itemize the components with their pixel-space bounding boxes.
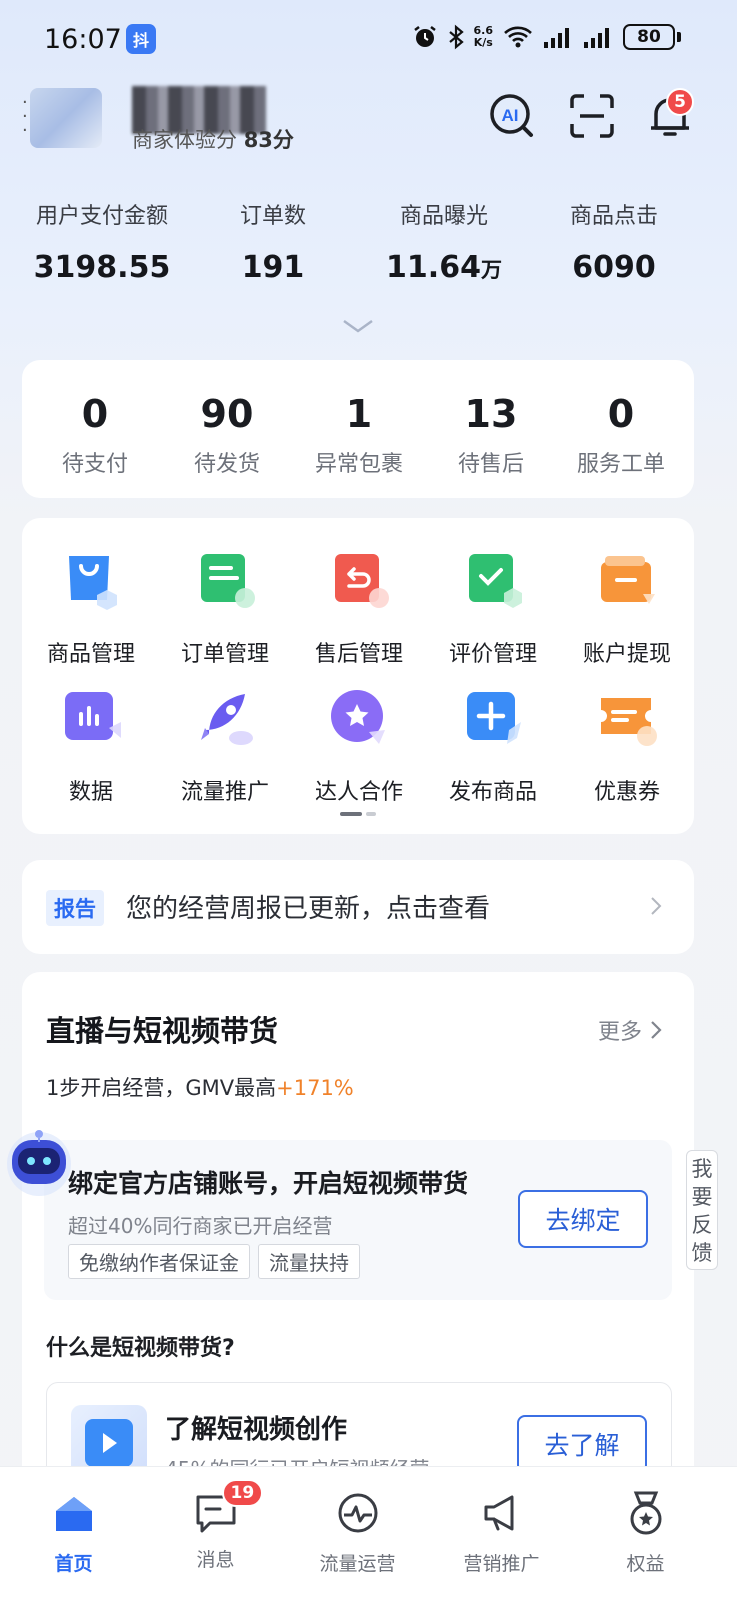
metric-label: 用户支付金额: [35, 204, 168, 229]
status-pending-payment[interactable]: 0 待支付: [28, 392, 162, 478]
review-icon: [469, 554, 522, 608]
status-time: 16:07: [44, 24, 122, 55]
status-icons: 6.6 K/s 80: [412, 24, 681, 50]
func-product-management[interactable]: 商品管理: [24, 550, 158, 668]
nav-benefits[interactable]: 权益: [572, 1489, 719, 1576]
bluetooth-icon: [448, 24, 464, 50]
more-link[interactable]: 更多: [598, 1014, 662, 1046]
order-status-card: 0 待支付 90 待发货 1 异常包裹 13 待售后 0 服务工单: [22, 360, 694, 498]
ai-search-icon[interactable]: AI: [488, 92, 536, 140]
bind-tag: 流量扶持: [258, 1244, 360, 1279]
bind-tags: 免缴纳作者保证金 流量扶持: [68, 1244, 360, 1279]
report-banner[interactable]: 报告 您的经营周报已更新，点击查看: [22, 860, 694, 954]
section-title: 直播与短视频带货: [46, 1014, 279, 1048]
scan-icon[interactable]: [568, 92, 616, 140]
status-bar: 16:07 抖 6.6 K/s 80: [0, 0, 737, 80]
bind-description: 超过40%同行商家已开启经营: [68, 1214, 333, 1238]
expand-chevron-icon[interactable]: [340, 318, 376, 334]
return-icon: [335, 554, 389, 608]
status-after-sale[interactable]: 13 待售后: [424, 392, 558, 478]
chart-icon: [65, 692, 121, 740]
chevron-right-icon: [651, 1021, 662, 1039]
func-order-management[interactable]: 订单管理: [158, 550, 292, 668]
learn-title: 了解短视频创作: [165, 1415, 348, 1445]
status-to-ship[interactable]: 90 待发货: [160, 392, 294, 478]
feedback-button[interactable]: 我要反馈: [686, 1150, 718, 1270]
avatar[interactable]: [30, 88, 102, 148]
bind-title: 绑定官方店铺账号，开启短视频带货: [68, 1169, 469, 1198]
nav-marketing-promotion[interactable]: 营销推广: [428, 1489, 575, 1576]
status-abnormal-package[interactable]: 1 异常包裹: [292, 392, 426, 478]
metric-value: 11.64万: [386, 250, 502, 285]
net-speed: 6.6 K/s: [473, 24, 494, 49]
func-coupon[interactable]: 优惠券: [560, 688, 694, 806]
message-badge: 19: [221, 1479, 264, 1507]
chevron-right-icon: [651, 897, 662, 915]
nav-home[interactable]: 首页: [0, 1489, 147, 1576]
func-account-withdrawal[interactable]: 账户提现: [560, 550, 694, 668]
rocket-icon: [201, 694, 253, 745]
func-review-management[interactable]: 评价管理: [426, 550, 560, 668]
alarm-icon: [413, 26, 436, 47]
plus-icon: [467, 692, 521, 744]
battery-tip: [677, 32, 681, 42]
bottom-navigation: 首页 19 消息 流量运营 营销推广 权益: [0, 1466, 737, 1615]
pager-dot-active: [340, 812, 362, 816]
bind-account-card: 绑定官方店铺账号，开启短视频带货 超过40%同行商家已开启经营 免缴纳作者保证金…: [44, 1140, 672, 1300]
order-icon: [201, 554, 255, 608]
metric-value: 191: [241, 250, 305, 285]
func-traffic-promotion[interactable]: 流量推广: [158, 688, 292, 806]
report-tag: 报告: [46, 890, 104, 926]
notification-button[interactable]: 5: [646, 88, 694, 140]
wifi-icon: [504, 26, 532, 48]
experience-score[interactable]: 商家体验分 83分: [132, 124, 294, 154]
metric-label: 商品曝光: [399, 204, 488, 229]
nav-traffic-operations[interactable]: 流量运营: [284, 1489, 431, 1576]
what-is-title: 什么是短视频带货?: [46, 1336, 235, 1361]
star-icon: [331, 690, 385, 744]
metric-clicks[interactable]: 商品点击 6090: [524, 198, 704, 285]
metric-value: 3198.55: [33, 250, 171, 285]
func-influencer-cooperation[interactable]: 达人合作: [292, 688, 426, 806]
learn-button[interactable]: 去了解: [517, 1415, 647, 1473]
metric-value: 6090: [572, 250, 656, 285]
signal-icon-2: [584, 28, 609, 48]
func-after-sale-management[interactable]: 售后管理: [292, 550, 426, 668]
home-icon: [55, 1497, 92, 1531]
bag-icon: [69, 556, 117, 610]
metric-label: 订单数: [239, 204, 306, 229]
func-data[interactable]: 数据: [24, 688, 158, 806]
grid-pager: [340, 812, 376, 816]
metric-orders[interactable]: 订单数 191: [183, 198, 363, 285]
report-text: 您的经营周报已更新，点击查看: [126, 894, 491, 924]
metric-payment[interactable]: 用户支付金额 3198.55: [12, 198, 192, 285]
coupon-icon: [601, 698, 657, 746]
app-notification-icon: 抖: [126, 24, 156, 54]
megaphone-icon: [484, 1495, 513, 1531]
signal-icon-1: [544, 28, 569, 48]
metric-label: 商品点击: [569, 204, 658, 229]
func-publish-product[interactable]: 发布商品: [426, 688, 560, 806]
status-service-tickets[interactable]: 0 服务工单: [554, 392, 688, 478]
nav-messages[interactable]: 19 消息: [142, 1479, 289, 1572]
svg-text:AI: AI: [502, 106, 519, 125]
notification-badge: 5: [666, 88, 694, 116]
bind-tag: 免缴纳作者保证金: [68, 1244, 250, 1279]
medal-icon: [630, 1491, 661, 1535]
pager-dot: [366, 812, 376, 816]
wallet-icon: [601, 556, 655, 604]
bind-button[interactable]: 去绑定: [518, 1190, 648, 1248]
metric-exposure[interactable]: 商品曝光 11.64万: [354, 198, 534, 285]
live-video-section: 直播与短视频带货 更多 1步开启经营，GMV最高+171% 绑定官方店铺账号，开…: [22, 972, 694, 1502]
section-subtitle: 1步开启经营，GMV最高+171%: [46, 1076, 354, 1100]
function-grid: 商品管理 订单管理 售后管理 评价管理 账户提现 数据 流量推广 达人合作 发布…: [22, 518, 694, 834]
pulse-icon: [338, 1493, 377, 1533]
more-dots-icon[interactable]: · · ·: [22, 94, 30, 140]
assistant-robot-icon[interactable]: [2, 1124, 76, 1198]
battery-indicator: 80: [623, 24, 675, 50]
